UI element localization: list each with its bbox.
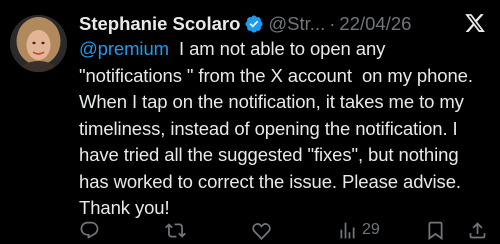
tweet-body: I am not able to open any "notifications… xyxy=(79,38,478,218)
bookmark-button[interactable] xyxy=(425,218,446,242)
display-name[interactable]: Stephanie Scolaro xyxy=(79,12,240,36)
bookmark-icon xyxy=(425,220,446,241)
like-button[interactable] xyxy=(251,218,272,242)
x-logo-icon xyxy=(464,12,486,34)
reply-icon xyxy=(79,220,100,241)
mention-link[interactable]: @premium xyxy=(79,38,169,59)
tweet-text: @premium I am not able to open any "noti… xyxy=(79,36,493,222)
views-button[interactable]: 29 xyxy=(337,218,380,242)
views-chart-icon xyxy=(337,220,358,241)
avatar-image xyxy=(10,15,67,72)
share-button[interactable] xyxy=(467,218,488,242)
tweet-date[interactable]: 22/04/26 xyxy=(339,12,411,36)
tweet-header: Stephanie Scolaro @Str... · 22/04/26 xyxy=(79,12,411,36)
reply-button[interactable] xyxy=(79,218,100,242)
user-handle[interactable]: @Str... xyxy=(268,12,325,36)
retweet-icon xyxy=(165,220,186,241)
heart-icon xyxy=(251,220,272,241)
verified-badge-icon xyxy=(244,14,264,34)
tweet-card[interactable]: Stephanie Scolaro @Str... · 22/04/26 @pr… xyxy=(0,0,500,244)
share-icon xyxy=(467,220,488,241)
action-bar: 29 xyxy=(79,218,487,242)
avatar[interactable] xyxy=(10,15,67,72)
header-separator: · xyxy=(329,13,336,34)
retweet-button[interactable] xyxy=(165,218,186,242)
views-count: 29 xyxy=(362,221,380,238)
